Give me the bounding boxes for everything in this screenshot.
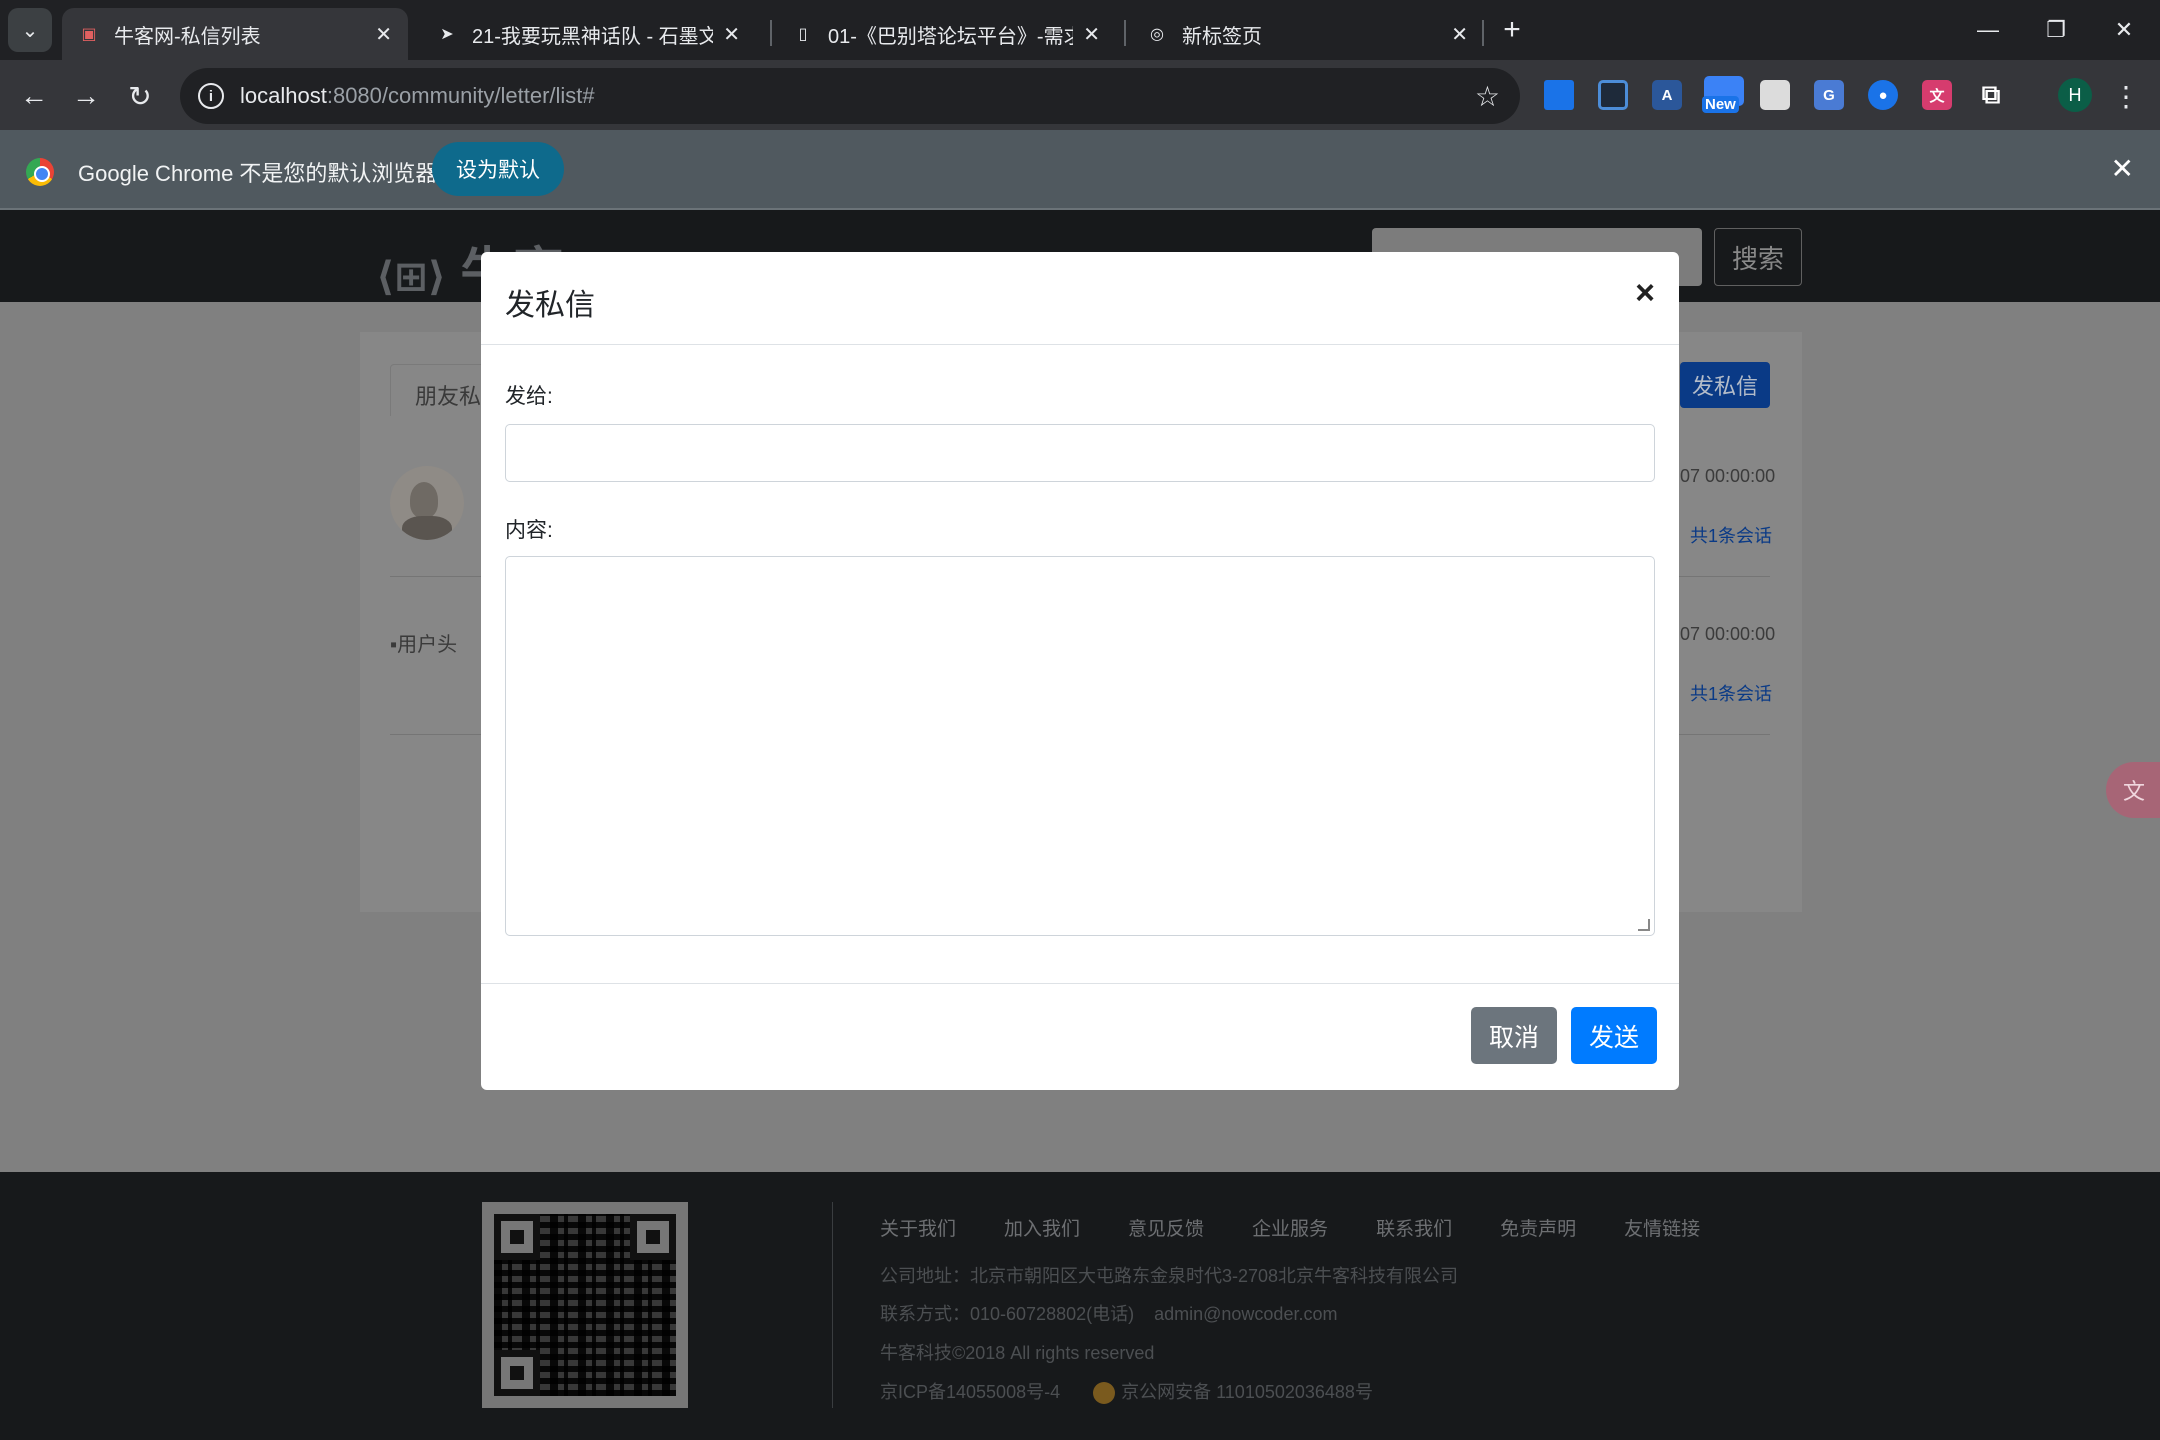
infobar-message: Google Chrome 不是您的默认浏览器 bbox=[78, 161, 438, 186]
tab-new-tab[interactable]: ◎ 新标签页 ✕ bbox=[1130, 8, 1484, 60]
bookmark-star-icon[interactable]: ☆ bbox=[1475, 80, 1500, 113]
footer-address: 公司地址：北京市朝阳区大屯路东金泉时代3-2708北京牛客科技有限公司 bbox=[880, 1266, 1459, 1286]
modal-header: 发私信 × bbox=[481, 252, 1679, 345]
letter-time: 07 00:00:00 bbox=[1680, 466, 1776, 486]
textarea-resize-handle[interactable] bbox=[1638, 919, 1650, 931]
footer-links: 关于我们 加入我们 意见反馈 企业服务 联系我们 免责声明 友情链接 bbox=[880, 1214, 1748, 1241]
footer-link-friends[interactable]: 友情链接 bbox=[1624, 1214, 1700, 1241]
document-favicon-icon: ▯ bbox=[798, 26, 808, 43]
footer-contact: 联系方式：010-60728802(电话) admin@nowcoder.com bbox=[880, 1304, 1338, 1324]
extension-doc-icon[interactable] bbox=[1760, 80, 1790, 110]
icp-number[interactable]: 京ICP备14055008号-4 bbox=[880, 1382, 1060, 1402]
site-favicon-icon: ▣ bbox=[81, 26, 97, 43]
browser-toolbar: ← → ↻ i localhost:8080/community/letter/… bbox=[0, 60, 2160, 130]
broken-avatar-image[interactable]: ▪用户头 bbox=[390, 628, 457, 657]
restore-icon[interactable]: ❐ bbox=[2026, 10, 2086, 50]
default-browser-infobar: Google Chrome 不是您的默认浏览器 设为默认 ✕ bbox=[0, 130, 2160, 210]
site-footer: 关于我们 加入我们 意见反馈 企业服务 联系我们 免责声明 友情链接 公司地址：… bbox=[0, 1172, 2160, 1440]
footer-link-disclaimer[interactable]: 免责声明 bbox=[1500, 1214, 1576, 1241]
extension-screen-icon[interactable] bbox=[1544, 80, 1574, 110]
close-tab-icon[interactable]: ✕ bbox=[375, 22, 392, 47]
back-arrow-icon[interactable]: ← bbox=[12, 74, 56, 118]
qr-finder bbox=[494, 1214, 540, 1260]
extension-translate-icon[interactable]: G bbox=[1814, 80, 1844, 110]
site-search-button[interactable]: 搜索 bbox=[1714, 228, 1802, 286]
footer-divider bbox=[832, 1202, 833, 1408]
menu-kebab-icon[interactable]: ⋮ bbox=[2104, 74, 2148, 118]
site-info-icon[interactable]: i bbox=[198, 83, 224, 109]
qr-code-pattern bbox=[494, 1214, 676, 1396]
modal-title: 发私信 bbox=[505, 289, 595, 322]
extension-picture-icon[interactable] bbox=[1598, 80, 1628, 110]
shimo-favicon-icon: ➤ bbox=[440, 26, 454, 43]
reload-icon[interactable]: ↻ bbox=[118, 74, 162, 118]
extension-font-icon[interactable]: A bbox=[1652, 80, 1682, 110]
modal-close-icon[interactable]: × bbox=[1635, 276, 1655, 310]
tab-separator bbox=[770, 20, 772, 46]
broken-avatar-alt: 用户头 bbox=[397, 634, 458, 656]
floating-translate-icon[interactable]: 文 bbox=[2106, 762, 2160, 818]
tab-title: 牛客网-私信列表 bbox=[114, 25, 261, 48]
tab-title: 01-《巴别塔论坛平台》-需求设 bbox=[828, 25, 1073, 48]
footer-copyright: 牛客科技©2018 All rights reserved bbox=[880, 1343, 1155, 1363]
qr-finder bbox=[630, 1214, 676, 1260]
footer-link-contact[interactable]: 联系我们 bbox=[1376, 1214, 1452, 1241]
conversation-count-link[interactable]: 共1条会话 bbox=[1690, 680, 1772, 706]
chrome-logo-icon bbox=[26, 158, 54, 186]
chrome-favicon-icon: ◎ bbox=[1150, 26, 1164, 43]
send-button[interactable]: 发送 bbox=[1571, 1007, 1657, 1064]
minimize-icon[interactable]: ― bbox=[1958, 10, 2018, 50]
recipient-label: 发给: bbox=[505, 385, 553, 408]
send-letter-modal: 发私信 × 发给: 内容: 取消 发送 bbox=[481, 252, 1679, 1090]
avatar[interactable] bbox=[390, 466, 464, 540]
extension-new-badge: New bbox=[1702, 96, 1739, 113]
tab-strip: ⌄ ▣ 牛客网-私信列表 ✕ ➤ 21-我要玩黑神话队 - 石墨文档 ✕ ▯ 0… bbox=[0, 0, 2160, 60]
set-default-button[interactable]: 设为默认 bbox=[432, 142, 564, 196]
tab-search-chevron-down-icon[interactable]: ⌄ bbox=[8, 8, 52, 52]
tab-title: 21-我要玩黑神话队 - 石墨文档 bbox=[472, 25, 714, 48]
footer-link-feedback[interactable]: 意见反馈 bbox=[1128, 1214, 1204, 1241]
extension-translate-pink-icon[interactable]: 文 bbox=[1922, 80, 1952, 110]
forward-arrow-icon[interactable]: → bbox=[64, 74, 108, 118]
extensions-puzzle-icon[interactable]: ⧉ bbox=[1976, 79, 2006, 110]
footer-link-enterprise[interactable]: 企业服务 bbox=[1252, 1214, 1328, 1241]
modal-footer: 取消 发送 bbox=[481, 983, 1679, 1090]
footer-link-join[interactable]: 加入我们 bbox=[1004, 1214, 1080, 1241]
police-badge-icon bbox=[1093, 1382, 1121, 1405]
url-host: localhost bbox=[240, 83, 327, 108]
send-letter-button-bg[interactable]: 发私信 bbox=[1680, 362, 1770, 408]
close-tab-icon[interactable]: ✕ bbox=[1083, 22, 1100, 47]
qr-code-image bbox=[482, 1202, 688, 1408]
close-tab-icon[interactable]: ✕ bbox=[723, 22, 740, 47]
tab-title: 新标签页 bbox=[1182, 25, 1262, 48]
cancel-button[interactable]: 取消 bbox=[1471, 1007, 1557, 1064]
conversation-count-link[interactable]: 共1条会话 bbox=[1690, 522, 1772, 548]
letter-time: 07 00:00:00 bbox=[1680, 624, 1776, 644]
recipient-input[interactable] bbox=[505, 424, 1655, 482]
tab-separator bbox=[1124, 20, 1126, 46]
footer-registration: 京ICP备14055008号-4 京公网安备 11010502036488号 bbox=[880, 1378, 1373, 1405]
qr-finder bbox=[494, 1350, 540, 1396]
content-label: 内容: bbox=[505, 519, 553, 542]
tab-letter-list[interactable]: ▣ 牛客网-私信列表 ✕ bbox=[62, 8, 408, 60]
address-bar[interactable]: i localhost:8080/community/letter/list# … bbox=[180, 68, 1520, 124]
url-text[interactable]: localhost:8080/community/letter/list# bbox=[240, 83, 595, 109]
content-textarea[interactable] bbox=[505, 556, 1655, 936]
close-window-icon[interactable]: ✕ bbox=[2094, 10, 2154, 50]
close-tab-icon[interactable]: ✕ bbox=[1451, 22, 1468, 47]
tab-separator bbox=[1482, 20, 1484, 46]
extension-new-icon[interactable]: New bbox=[1702, 76, 1744, 113]
url-path: :8080/community/letter/list# bbox=[326, 83, 595, 108]
profile-avatar[interactable]: H bbox=[2058, 78, 2092, 112]
tab-shimo-doc[interactable]: ➤ 21-我要玩黑神话队 - 石墨文档 ✕ bbox=[420, 8, 756, 60]
tab-requirements-doc[interactable]: ▯ 01-《巴别塔论坛平台》-需求设 ✕ bbox=[776, 8, 1116, 60]
extension-circle-icon[interactable]: ● bbox=[1868, 80, 1898, 110]
new-tab-plus-icon[interactable]: + bbox=[1492, 10, 1532, 50]
close-infobar-icon[interactable]: ✕ bbox=[2111, 152, 2134, 185]
police-record-number[interactable]: 京公网安备 11010502036488号 bbox=[1121, 1382, 1373, 1402]
footer-link-about[interactable]: 关于我们 bbox=[880, 1214, 956, 1241]
